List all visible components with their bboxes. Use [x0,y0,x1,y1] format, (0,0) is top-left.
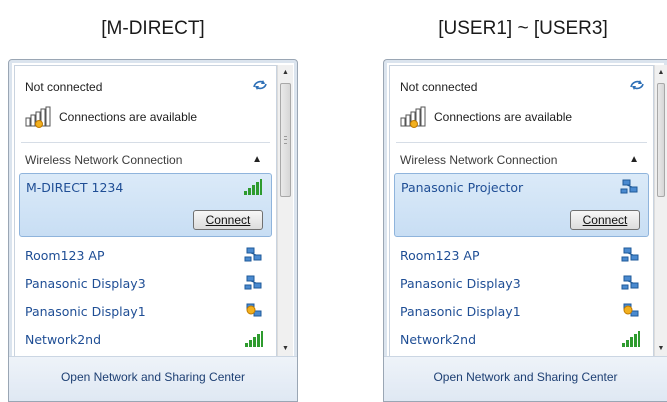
section-header[interactable]: Wireless Network Connection [400,153,557,167]
network-item-selected[interactable]: Panasonic Projector Connect [394,173,649,237]
connect-button[interactable]: Connect [193,210,263,230]
network-available-icon [25,106,51,128]
scrollbar[interactable]: ▲ ▼ [654,65,667,357]
network-item[interactable]: Network2nd [19,326,272,356]
wifi-signal-icon [245,331,263,347]
divider [396,142,647,143]
network-name: M-DIRECT 1234 [26,180,124,195]
chevron-up-icon[interactable]: ▲ [629,154,639,165]
scrollbar-thumb[interactable] [657,83,665,197]
network-name: Room123 AP [400,248,480,263]
connect-label: Connect [582,213,628,227]
caption-m-direct: [M-DIRECT] [101,18,205,39]
wifi-signal-icon [622,331,640,347]
network-list: Not connected Connections are available … [14,65,277,357]
network-name: Network2nd [25,332,102,347]
connect-label: Connect [205,213,251,227]
wifi-flyout-user: Not connected Connections are available … [383,59,667,402]
adhoc-network-warning-icon [246,303,262,317]
open-network-center-link[interactable]: Open Network and Sharing Center [9,370,297,384]
connections-available-label: Connections are available [434,110,573,124]
network-name: Panasonic Projector [401,180,524,195]
network-item[interactable]: Network2nd [394,326,649,356]
scroll-up-icon[interactable]: ▲ [278,65,293,81]
connections-available-row: Connections are available [25,106,197,128]
chevron-up-icon[interactable]: ▲ [252,154,262,165]
wifi-signal-icon [244,179,262,195]
network-name: Panasonic Display1 [400,304,521,319]
refresh-icon[interactable] [252,78,268,92]
adhoc-network-icon [620,179,638,194]
footer: Open Network and Sharing Center [9,356,297,401]
divider [21,142,270,143]
adhoc-network-icon [244,275,262,290]
refresh-icon[interactable] [629,78,645,92]
connections-available-label: Connections are available [59,110,198,124]
scroll-down-icon[interactable]: ▼ [655,341,667,357]
footer: Open Network and Sharing Center [384,356,667,401]
section-header[interactable]: Wireless Network Connection [25,153,182,167]
adhoc-network-warning-icon [623,303,639,317]
scroll-down-icon[interactable]: ▼ [278,341,293,357]
wifi-flyout-m-direct: Not connected Connections are available … [8,59,298,402]
network-name: Network2nd [400,332,477,347]
connect-button[interactable]: Connect [570,210,640,230]
network-name: Room123 AP [25,248,105,263]
adhoc-network-icon [244,247,262,262]
network-available-icon [400,106,426,128]
adhoc-network-icon [621,247,639,262]
status-text: Not connected [25,80,103,94]
network-name: Panasonic Display1 [25,304,146,319]
adhoc-network-icon [621,275,639,290]
network-name: Panasonic Display3 [25,276,146,291]
open-network-center-link[interactable]: Open Network and Sharing Center [384,370,667,384]
network-item-selected[interactable]: M-DIRECT 1234 Connect [19,173,272,237]
network-list: Not connected Connections are available … [389,65,654,357]
network-name: Panasonic Display3 [400,276,521,291]
status-text: Not connected [400,80,478,94]
connections-available-row: Connections are available [400,106,572,128]
scrollbar-thumb[interactable] [280,83,291,197]
scrollbar[interactable]: ▲ ▼ [277,65,293,357]
caption-user: [USER1] ~ [USER3] [438,18,608,39]
scroll-up-icon[interactable]: ▲ [655,65,667,81]
